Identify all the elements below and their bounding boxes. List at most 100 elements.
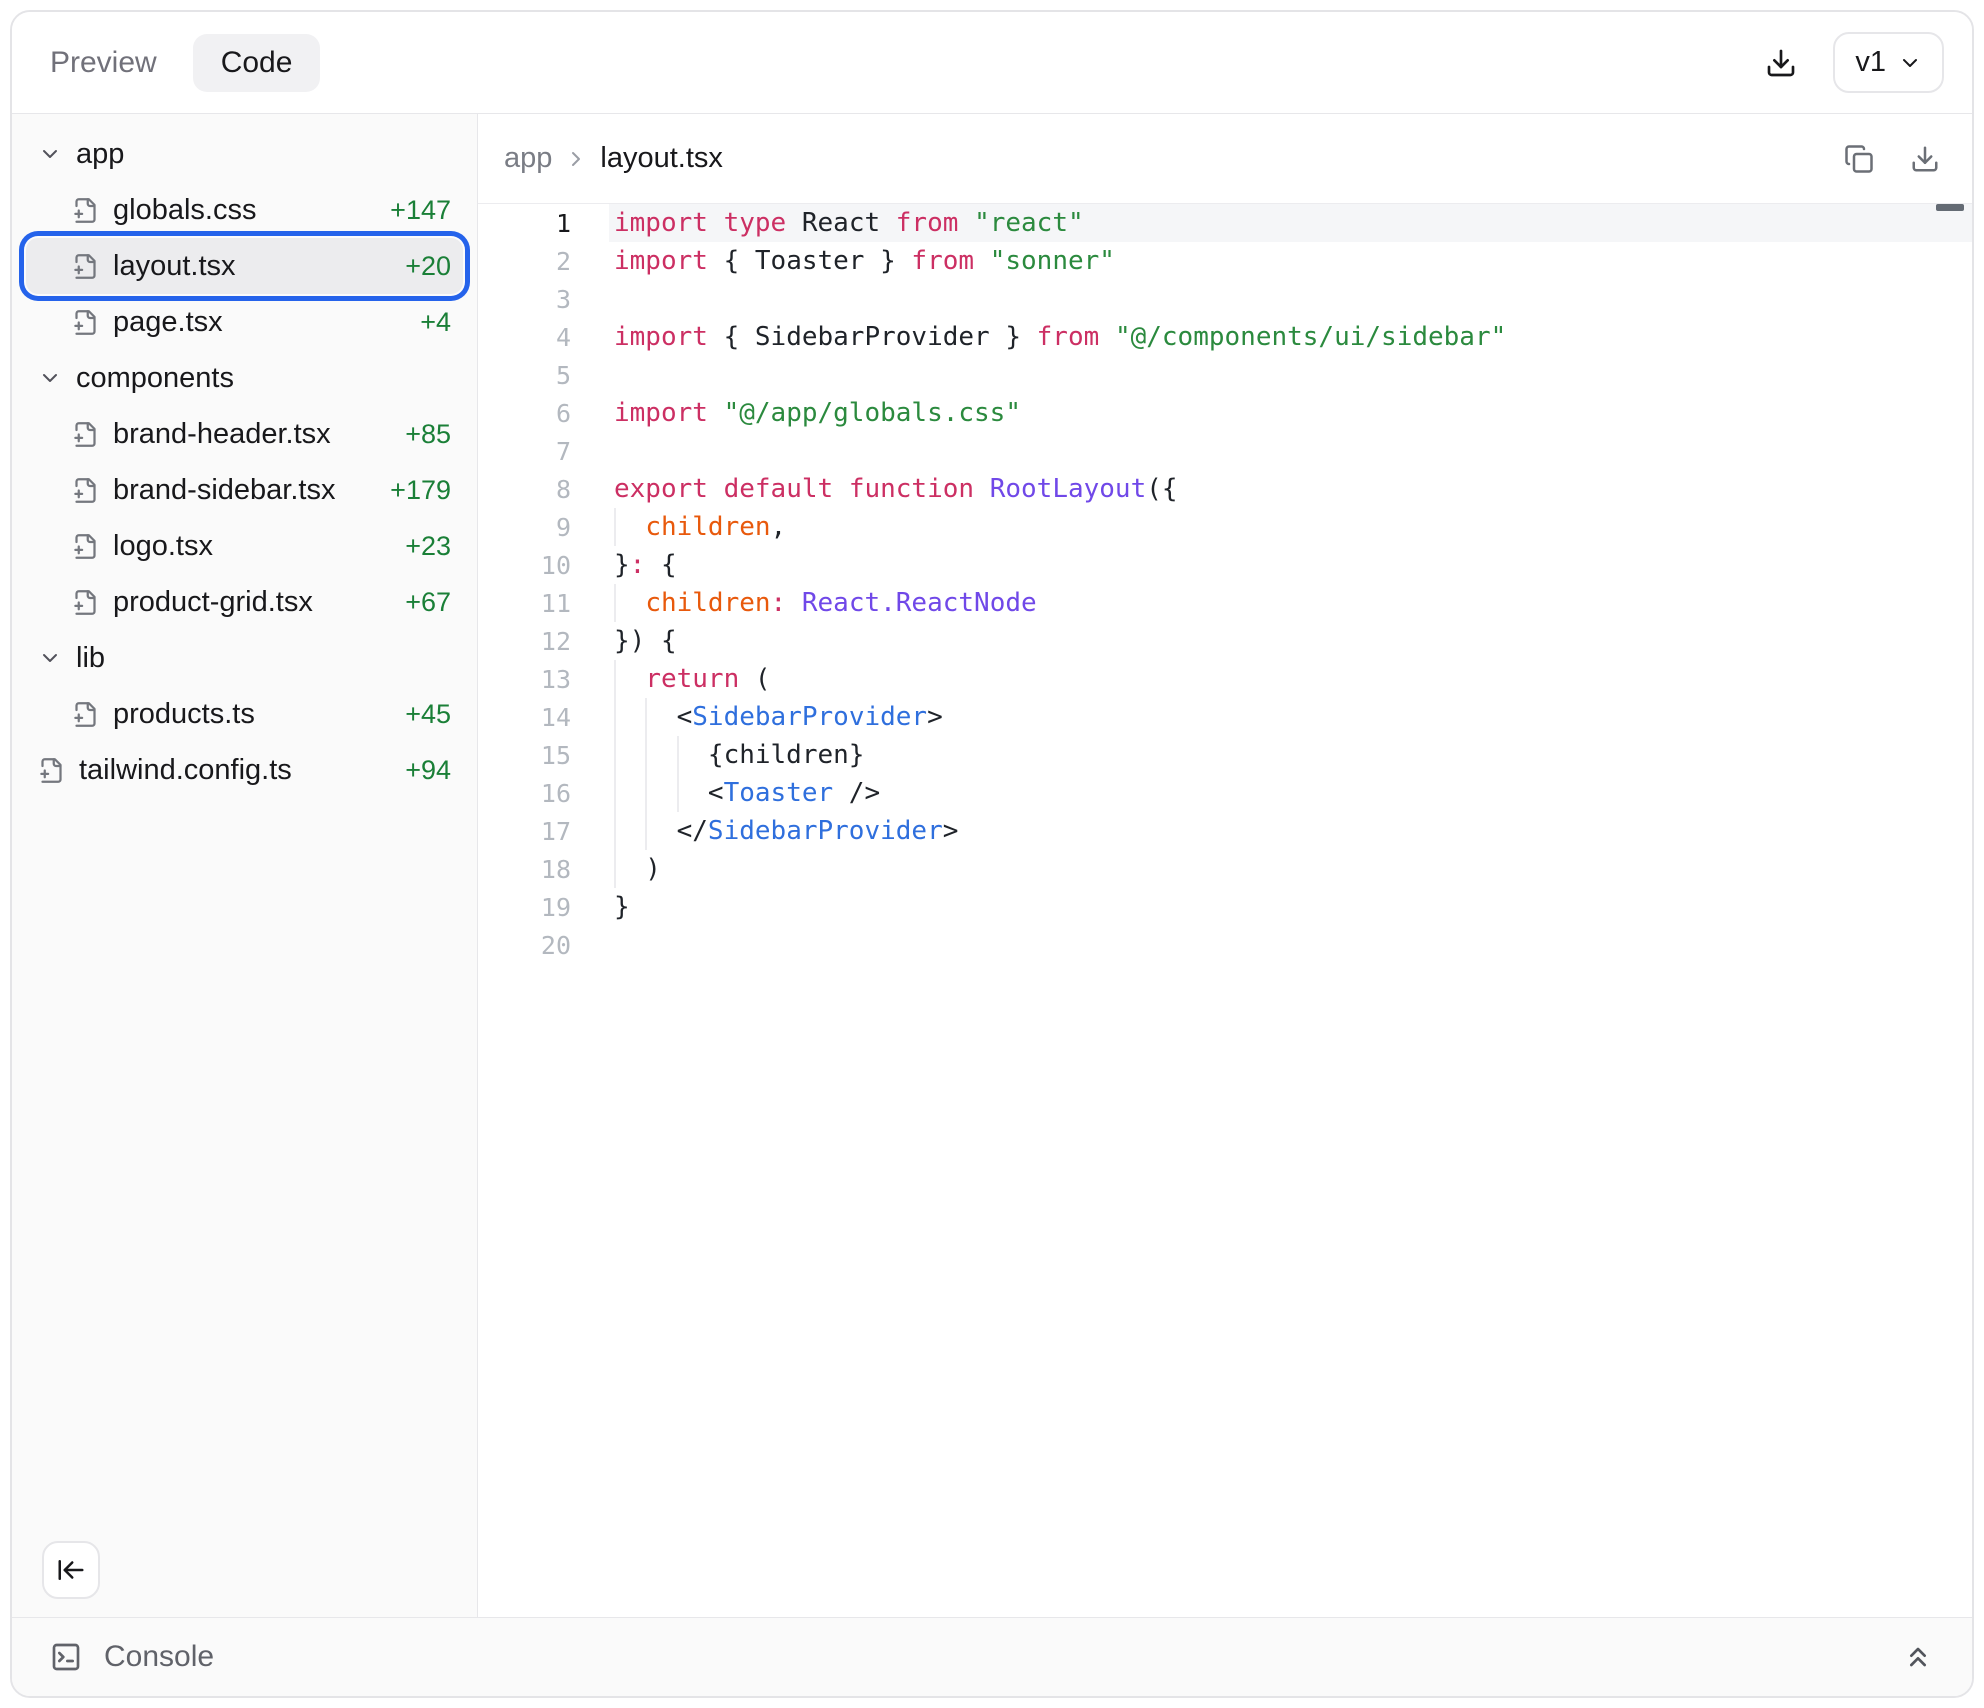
code-editor[interactable]: 1 import type React from "react" 2 import {… <box>478 204 1972 1617</box>
tab-code[interactable]: Code <box>193 34 321 92</box>
tree-file-brand-sidebar.tsx[interactable]: brand-sidebar.tsx +179 <box>26 462 463 518</box>
breadcrumb-folder[interactable]: app <box>504 142 552 175</box>
code-text: <Toaster /> <box>614 778 880 808</box>
tree-file-page.tsx[interactable]: page.tsx +4 <box>26 294 463 350</box>
line-number: 20 <box>478 931 571 960</box>
chevron-down-icon <box>38 646 62 670</box>
tree-file-globals.css[interactable]: globals.css+147 <box>26 182 463 238</box>
top-bar: Preview Code v1 <box>12 12 1972 114</box>
code-line[interactable]: 10 }: { <box>478 546 1972 584</box>
chevron-down-icon <box>1898 51 1922 75</box>
added-lines-badge: +4 <box>420 307 463 338</box>
topbar-actions: v1 <box>1765 32 1944 93</box>
code-line[interactable]: 17 </SidebarProvider> <box>478 812 1972 850</box>
line-number: 5 <box>478 361 571 390</box>
tab-preview[interactable]: Preview <box>50 46 157 80</box>
copy-icon[interactable] <box>1844 144 1874 174</box>
tree-file-brand-header.tsx[interactable]: brand-header.tsx+85 <box>26 406 463 462</box>
code-text: export default function RootLayout({ <box>614 474 1178 504</box>
code-line[interactable]: 6import "@/app/globals.css" <box>478 394 1972 432</box>
code-line[interactable]: 9 children, <box>478 508 1972 546</box>
line-number: 13 <box>478 665 571 694</box>
code-line[interactable]: 19} <box>478 888 1972 926</box>
added-lines-badge: +147 <box>390 195 463 226</box>
download-file-icon[interactable] <box>1910 144 1940 174</box>
code-text: import type React from "react" <box>614 208 1084 238</box>
file-plus-icon <box>72 253 99 280</box>
line-number: 1 <box>478 209 571 238</box>
tree-folder-components[interactable]: components <box>26 350 463 406</box>
tree-folder-app[interactable]: app <box>26 126 463 182</box>
code-line[interactable]: 2 import { Toaster } from "sonner" <box>478 242 1972 280</box>
code-line[interactable]: 1 import type React from "react" <box>478 204 1972 242</box>
code-text: {children} <box>614 740 864 770</box>
download-icon[interactable] <box>1765 47 1797 79</box>
version-dropdown[interactable]: v1 <box>1833 32 1944 93</box>
added-lines-badge: +67 <box>405 587 463 618</box>
code-text: return ( <box>614 664 771 694</box>
code-line[interactable]: 12}) { <box>478 622 1972 660</box>
code-text: </SidebarProvider> <box>614 816 958 846</box>
line-number: 12 <box>478 627 571 656</box>
tree-item-label: app <box>76 138 124 171</box>
added-lines-badge: +20 <box>405 251 463 282</box>
tree-file-tailwind.config.ts[interactable]: tailwind.config.ts+94 <box>26 742 463 798</box>
collapse-sidebar-button[interactable] <box>42 1541 100 1599</box>
chevron-down-icon <box>38 366 62 390</box>
code-line[interactable]: 11 children: React.ReactNode <box>478 584 1972 622</box>
code-line[interactable]: 18 ) <box>478 850 1972 888</box>
code-text: children: React.ReactNode <box>614 588 1037 618</box>
line-number: 17 <box>478 817 571 846</box>
console-bar[interactable]: Console <box>12 1617 1972 1696</box>
tree-item-label: lib <box>76 642 105 675</box>
terminal-icon <box>50 1641 82 1673</box>
code-line[interactable]: 20 <box>478 926 1972 964</box>
version-label: v1 <box>1855 46 1886 79</box>
code-line[interactable]: 4import { SidebarProvider } from "@/comp… <box>478 318 1972 356</box>
file-plus-icon <box>72 309 99 336</box>
line-number: 2 <box>478 247 571 276</box>
code-text: }: { <box>614 550 677 580</box>
console-label: Console <box>104 1640 214 1674</box>
tree-item-label: brand-sidebar.tsx <box>113 474 335 507</box>
line-number: 7 <box>478 437 571 466</box>
code-text: import { Toaster } from "sonner" <box>614 246 1115 276</box>
code-text: ) <box>614 854 661 884</box>
breadcrumb: app layout.tsx <box>478 114 1972 204</box>
tree-folder-lib[interactable]: lib <box>26 630 463 686</box>
line-number: 19 <box>478 893 571 922</box>
code-editor-window: Preview Code v1 appglobals.css+147layout… <box>10 10 1974 1698</box>
scrollbar-thumb[interactable] <box>1936 204 1964 211</box>
tree-item-label: layout.tsx <box>113 250 236 283</box>
file-plus-icon <box>72 533 99 560</box>
tree-file-logo.tsx[interactable]: logo.tsx+23 <box>26 518 463 574</box>
chevron-down-icon <box>38 142 62 166</box>
tree-item-label: brand-header.tsx <box>113 418 331 451</box>
code-text: import "@/app/globals.css" <box>614 398 1021 428</box>
line-number: 3 <box>478 285 571 314</box>
tree-item-label: logo.tsx <box>113 530 213 563</box>
chevrons-up-icon[interactable] <box>1902 1641 1934 1673</box>
code-line[interactable]: 16 <Toaster /> <box>478 774 1972 812</box>
added-lines-badge: +179 <box>390 475 463 506</box>
tree-file-products.ts[interactable]: products.ts+45 <box>26 686 463 742</box>
code-line[interactable]: 14 <SidebarProvider> <box>478 698 1972 736</box>
line-number: 14 <box>478 703 571 732</box>
line-number: 10 <box>478 551 571 580</box>
tree-item-label: page.tsx <box>113 306 223 339</box>
code-line[interactable]: 3 <box>478 280 1972 318</box>
code-line[interactable]: 5 <box>478 356 1972 394</box>
code-line[interactable]: 7 <box>478 432 1972 470</box>
file-tree: app globals.css+147 layout.tsx +20 page.tsx +… <box>12 126 477 798</box>
file-plus-icon <box>38 757 65 784</box>
tree-file-product-grid.tsx[interactable]: product-grid.tsx +67 <box>26 574 463 630</box>
added-lines-badge: +45 <box>405 699 463 730</box>
line-number: 18 <box>478 855 571 884</box>
code-line[interactable]: 8export default function RootLayout({ <box>478 470 1972 508</box>
tree-item-label: tailwind.config.ts <box>79 754 292 787</box>
code-line[interactable]: 15 {children} <box>478 736 1972 774</box>
tree-item-label: product-grid.tsx <box>113 586 313 619</box>
file-plus-icon <box>72 589 99 616</box>
tree-file-layout.tsx[interactable]: layout.tsx +20 <box>26 238 463 294</box>
code-line[interactable]: 13 return ( <box>478 660 1972 698</box>
